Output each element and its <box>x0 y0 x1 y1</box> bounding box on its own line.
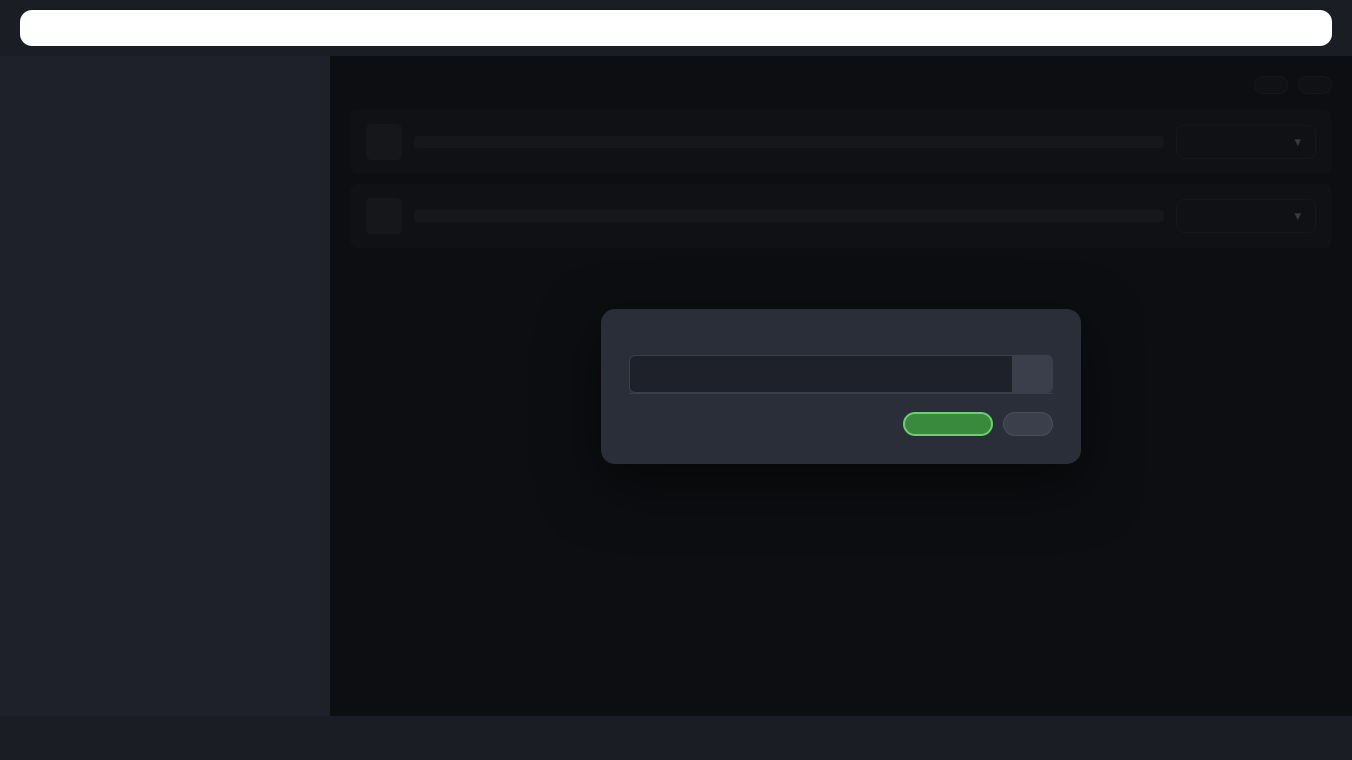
top-banner <box>20 10 1332 46</box>
sidebar <box>0 56 330 716</box>
add-application-modal <box>601 309 1081 464</box>
cancel-button[interactable] <box>1003 412 1053 436</box>
scrollbar-thumb[interactable] <box>1044 393 1050 394</box>
browse-button[interactable] <box>1012 355 1053 393</box>
search-row <box>629 355 1053 393</box>
modal-overlay <box>330 56 1352 716</box>
search-input[interactable] <box>629 355 1012 393</box>
content-area: ▾ ▾ <box>330 56 1352 716</box>
app-list <box>629 393 1053 394</box>
ok-button[interactable] <box>903 412 993 436</box>
footer-buttons <box>903 412 1053 436</box>
modal-footer <box>629 412 1053 436</box>
